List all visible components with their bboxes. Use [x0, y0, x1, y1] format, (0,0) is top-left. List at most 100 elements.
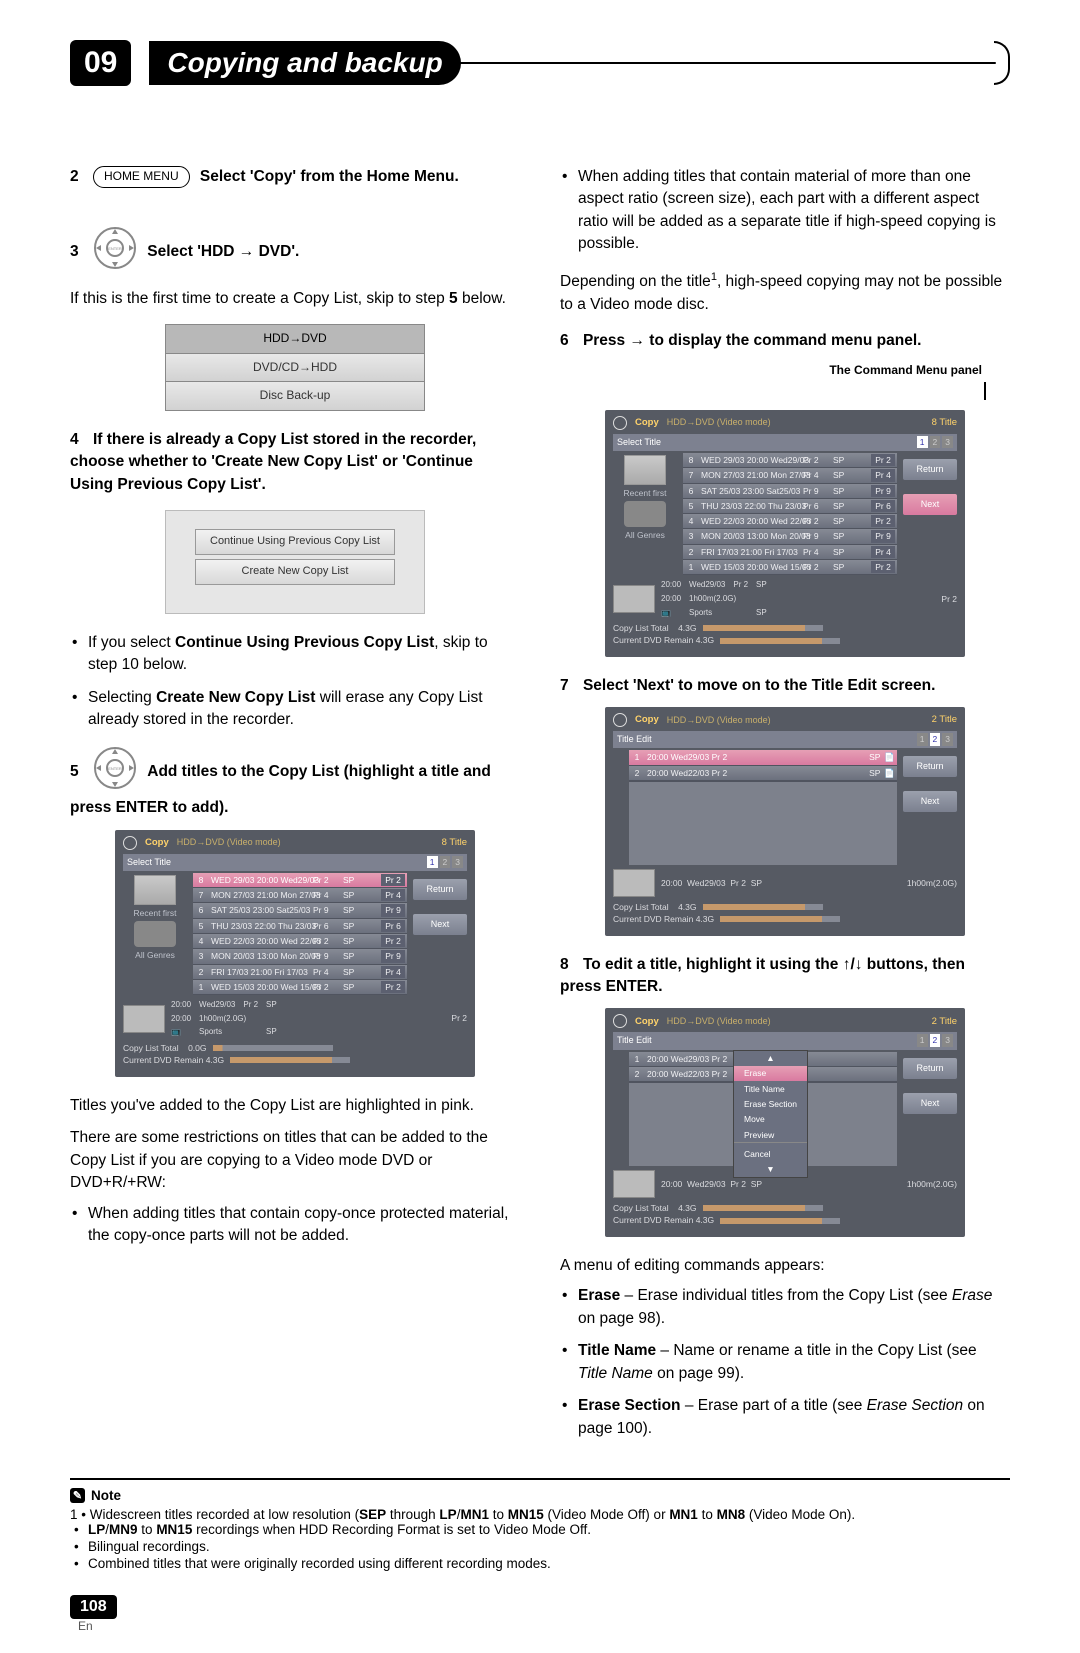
menu-item-disc-backup: Disc Back-up [166, 382, 424, 409]
text: Pr 2 [733, 579, 748, 591]
text: Wed29/03 [199, 999, 235, 1011]
genre-icon: 📺 [661, 607, 681, 619]
text: Pr 2 [730, 1179, 746, 1189]
enter-pad-icon: ENTER [93, 746, 137, 797]
text: 1h00m(2.0G) [689, 593, 748, 605]
note-3: Bilingual recordings. [88, 1539, 1010, 1554]
text: Pr 2 [243, 999, 258, 1011]
table-row: 8WED 29/03 20:00 Wed29/03Pr 2SPPr 2 [193, 873, 407, 888]
all-genres-label: All Genres [613, 529, 677, 541]
text: 4.3G [206, 1054, 224, 1066]
osd-side-buttons: Return Next [413, 873, 467, 996]
text: MN1 [669, 1507, 698, 1522]
text: Pr 2 [730, 878, 746, 888]
step-3-text: Select 'HDD → DVD'. [147, 243, 299, 260]
osd-copy-label: Copy [635, 1015, 659, 1029]
text: SP [266, 1026, 277, 1038]
home-menu-button-glyph: HOME MENU [93, 166, 190, 187]
create-new-button: Create New Copy List [195, 559, 395, 585]
note-4: Combined titles that were originally rec… [88, 1556, 1010, 1571]
osd-copy-label: Copy [635, 713, 659, 727]
page-2: 2 [930, 436, 941, 448]
osd-title-count: 2 Title [932, 1015, 957, 1029]
page-2: 2 [440, 856, 451, 868]
copy-list-total-label: Copy List Total [613, 901, 669, 913]
up-down-arrows-icon: ↑/↓ [843, 956, 863, 973]
genre-icon: 📺 [171, 1026, 191, 1038]
text: Create New Copy List [156, 689, 315, 706]
osd-title-list: 8WED 29/03 20:00 Wed29/03Pr 2SPPr 27MON … [683, 453, 897, 576]
row-desc: 20:00 Wed22/03 Pr 2 [647, 767, 727, 779]
left-column: 2 HOME MENU Select 'Copy' from the Home … [70, 166, 520, 1454]
row-sp: SP [869, 751, 880, 763]
table-row: 6SAT 25/03 23:00 Sat25/03Pr 9SPPr 9 [193, 903, 407, 918]
copy-menu-osd: HDD→DVD DVD/CD→HDD Disc Back-up [165, 324, 425, 410]
text: 1h00m(2.0G) [199, 1013, 258, 1025]
language-label: En [78, 1619, 1010, 1633]
text: 0.0G [188, 1042, 206, 1054]
osd-return-button: Return [903, 1058, 957, 1079]
text: to [489, 1507, 508, 1522]
preview-thumb [613, 1170, 655, 1198]
text: LP [88, 1522, 105, 1537]
text: 4.3G [678, 1202, 696, 1214]
table-row: 5THU 23/03 22:00 Thu 23/03Pr 6SPPr 6 [193, 919, 407, 934]
ctx-erase-section: Erase Section [734, 1096, 807, 1111]
page-1: 1 [917, 1034, 928, 1046]
text: to display the command menu panel. [645, 332, 921, 349]
table-row: 2FRI 17/03 21:00 Fri 17/03Pr 4SPPr 4 [193, 965, 407, 980]
svg-text:ENTER: ENTER [108, 246, 122, 251]
row-num: 1 [631, 751, 643, 763]
page-3: 3 [942, 733, 953, 745]
page-number: 108 [70, 1595, 117, 1619]
disc-icon [123, 836, 137, 850]
osd-title-list: 8WED 29/03 20:00 Wed29/03Pr 2SPPr 27MON … [193, 873, 407, 996]
text: SP [751, 878, 762, 888]
text: Erase Section [867, 1397, 964, 1414]
all-genres-label: All Genres [123, 949, 187, 961]
osd-next-button-highlighted: Next [903, 494, 957, 515]
step-number: 7 [560, 677, 569, 694]
text: Wed29/03 [687, 878, 726, 888]
step-7: 7 Select 'Next' to move on to the Title … [560, 675, 1010, 697]
thumb-icon [624, 455, 666, 485]
header-rule [459, 62, 996, 64]
text: MN15 [156, 1522, 192, 1537]
edit-context-menu: ▲ Erase Title Name Erase Section Move Pr… [733, 1050, 808, 1179]
text: SP [266, 999, 277, 1011]
step4-bullets: If you select Continue Using Previous Co… [70, 632, 520, 732]
text: If you select [88, 634, 175, 651]
titles-highlighted-note: Titles you've added to the Copy List are… [70, 1095, 520, 1117]
text: Title Name [578, 1342, 656, 1359]
bullet-erase-section: Erase Section – Erase part of a title (s… [578, 1395, 1010, 1440]
note-heading: Note [91, 1488, 121, 1503]
header-cap [994, 41, 1010, 85]
step-6: 6 Press → to display the command menu pa… [560, 330, 1010, 352]
page-3: 3 [942, 1034, 953, 1046]
text: 4.3G [678, 901, 696, 913]
osd-mode: HDD→DVD (Video mode) [667, 416, 771, 429]
note-icon: ✎ [70, 1488, 85, 1503]
table-row: 6SAT 25/03 23:00 Sat25/03Pr 9SPPr 9 [683, 484, 897, 499]
text: 4.3G [696, 634, 714, 646]
menu-appears-text: A menu of editing commands appears: [560, 1255, 1010, 1277]
osd-title-edit: Copy HDD→DVD (Video mode) 2 Title Title … [605, 707, 965, 935]
text: – Erase part of a title (see [681, 1397, 867, 1414]
text: 20:00 [661, 579, 681, 591]
text: SP [756, 607, 767, 619]
osd-return-button: Return [903, 459, 957, 480]
text: 20:00 [661, 1179, 682, 1189]
step-2: 2 HOME MENU Select 'Copy' from the Home … [70, 166, 520, 188]
text: 1h00m(2.0G) [907, 877, 957, 889]
text: Title Name [578, 1365, 653, 1382]
text: 20:00 [171, 1013, 191, 1025]
text: Selecting [88, 689, 156, 706]
ctx-erase: Erase [734, 1066, 807, 1081]
menu-item-hdd-dvd: HDD→DVD [166, 325, 424, 353]
step-2-text: Select 'Copy' from the Home Menu. [200, 168, 459, 185]
text: SP [756, 579, 767, 591]
ctx-title-name: Title Name [734, 1081, 807, 1096]
text: MN15 [508, 1507, 544, 1522]
copy-list-dialog: Continue Using Previous Copy List Create… [165, 510, 425, 614]
text: SP [751, 1179, 762, 1189]
